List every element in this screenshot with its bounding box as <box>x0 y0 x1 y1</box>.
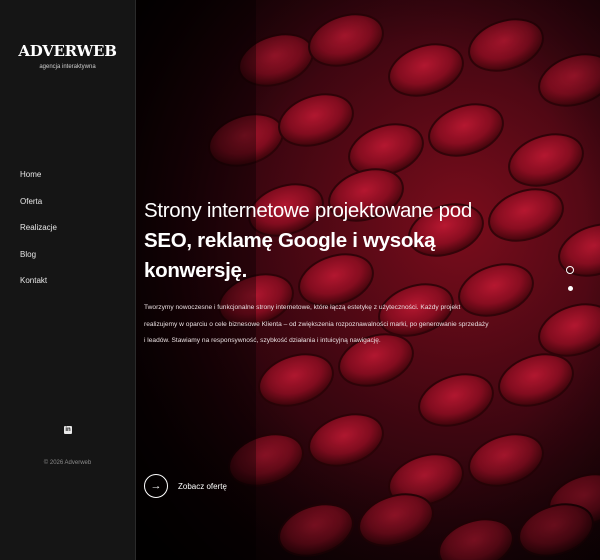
hero-title-bold: SEO, reklamę Google i wysoką konwersję. <box>144 229 436 282</box>
nav-item-oferta[interactable]: Oferta <box>20 197 57 224</box>
sidebar: ADVERWEB agencja interaktywna Home Ofert… <box>0 0 136 560</box>
hero-title-light: Strony internetowe projektowane pod <box>144 199 472 222</box>
linkedin-icon[interactable]: in <box>64 426 72 434</box>
cta-label[interactable]: Zobacz ofertę <box>178 482 227 491</box>
arrow-right-icon[interactable]: → <box>144 474 168 498</box>
slider-pagination <box>564 266 576 291</box>
nav-item-kontakt[interactable]: Kontakt <box>20 276 57 303</box>
slider-dot-1[interactable] <box>566 266 574 274</box>
hero: Strony internetowe projektowane pod SEO,… <box>136 0 600 560</box>
cta-button[interactable]: → Zobacz ofertę <box>144 474 227 498</box>
hero-description: Tworzymy nowoczesne i funkcjonalne stron… <box>144 304 489 344</box>
copyright: © 2026 Adverweb <box>43 460 92 466</box>
main-nav: Home Oferta Realizacje Blog Kontakt <box>20 170 57 303</box>
nav-item-home[interactable]: Home <box>20 170 57 197</box>
slider-dot-2[interactable] <box>567 286 573 291</box>
logo[interactable]: ADVERWEB <box>0 42 135 60</box>
nav-item-blog[interactable]: Blog <box>20 250 57 277</box>
nav-item-realizacje[interactable]: Realizacje <box>20 223 57 250</box>
hero-title: Strony internetowe projektowane pod SEO,… <box>144 196 504 286</box>
tagline: agencja interaktywna <box>39 64 96 70</box>
page: ADVERWEB agencja interaktywna Home Ofert… <box>0 0 600 560</box>
